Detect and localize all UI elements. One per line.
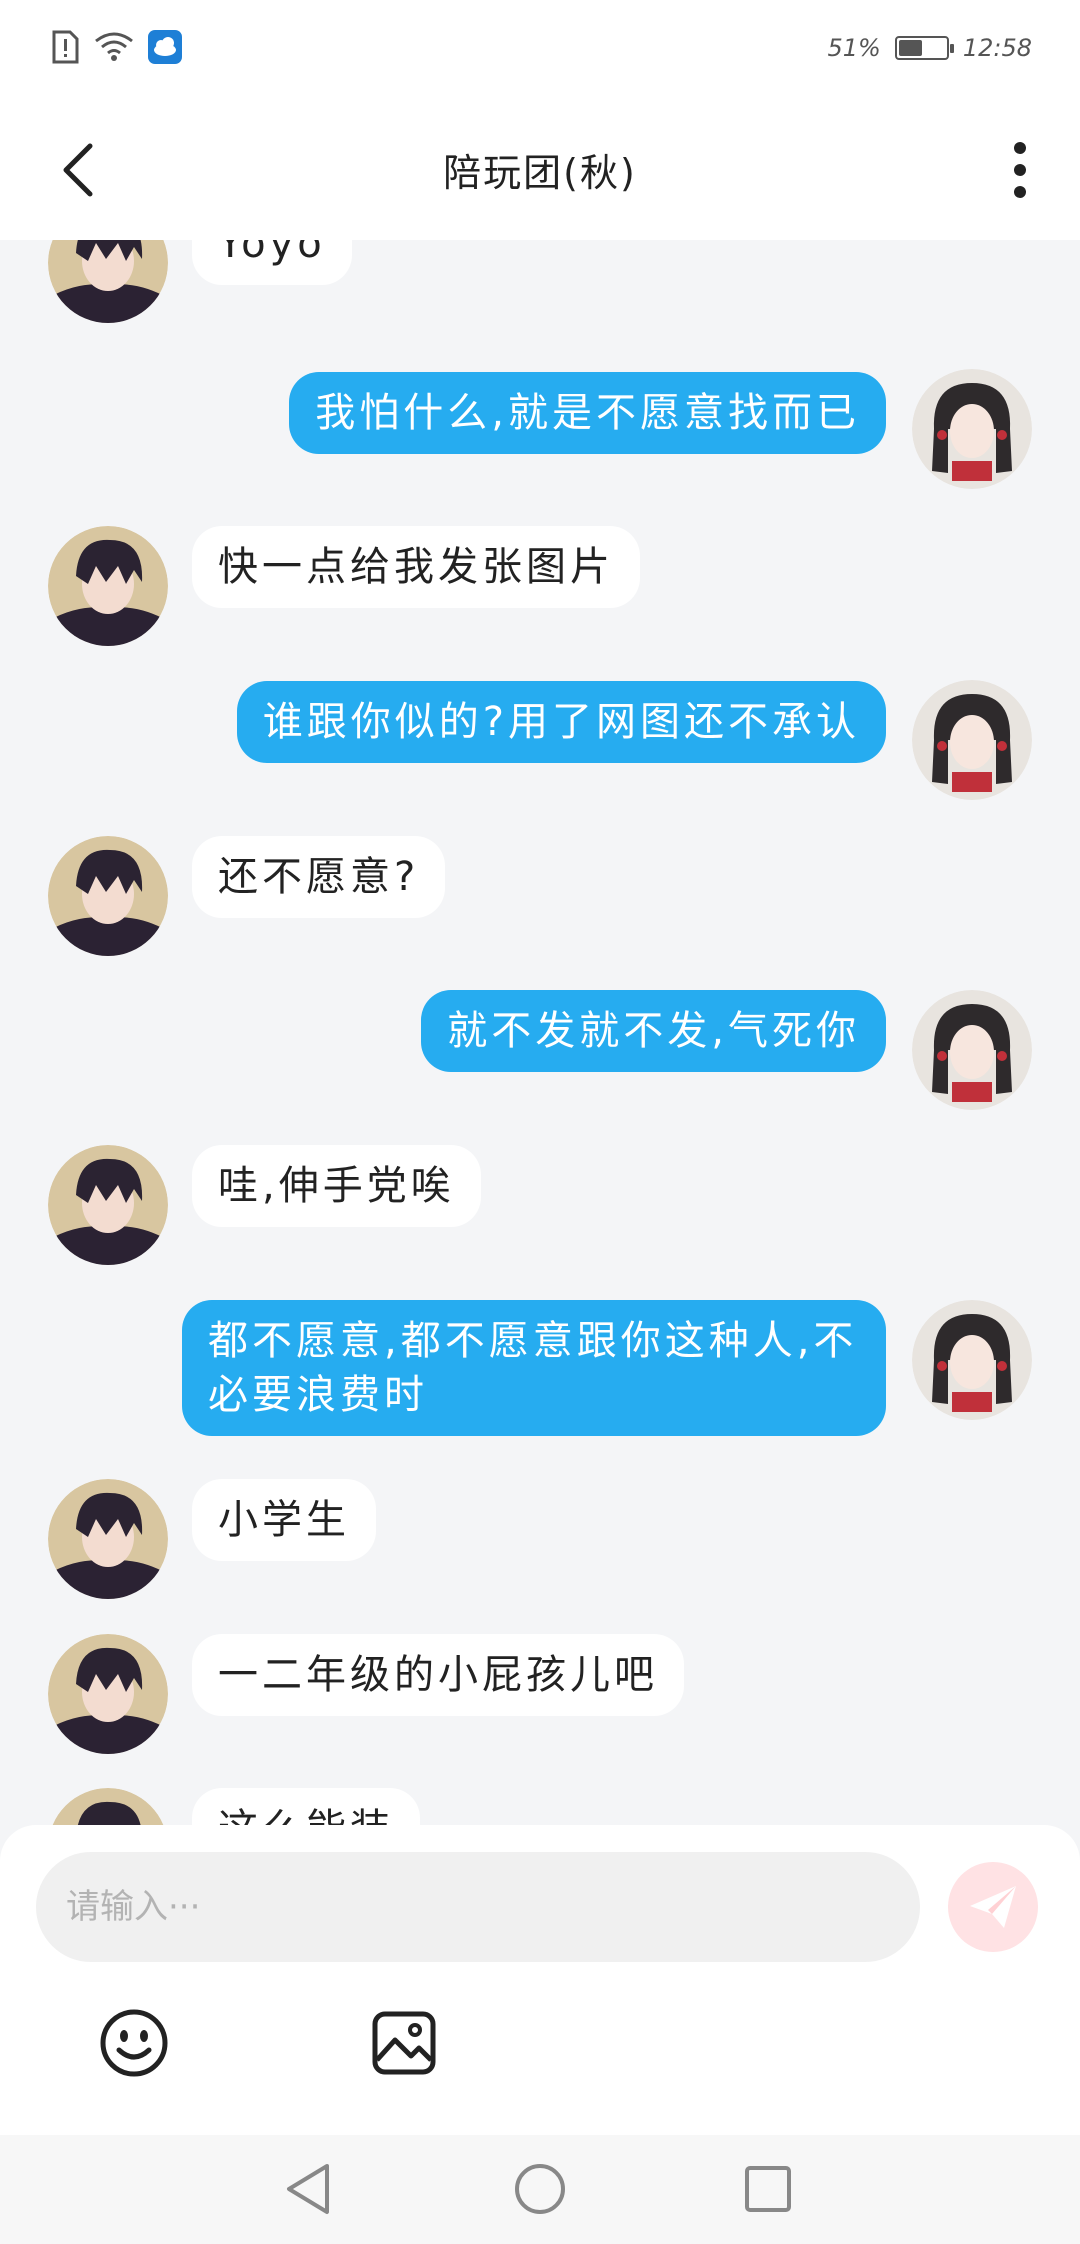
circle-home-icon: [515, 2164, 565, 2214]
clock: 12:58: [962, 34, 1032, 62]
message-bubble[interactable]: 谁跟你似的?用了网图还不承认: [236, 681, 886, 763]
contact-avatar[interactable]: [48, 1145, 168, 1265]
message-bubble[interactable]: 一二年级的小屁孩儿吧: [192, 1634, 684, 1716]
chat-header: 陪玩团(秋): [0, 100, 1080, 240]
contact-avatar[interactable]: [48, 1479, 168, 1599]
square-recents-icon: [745, 2166, 791, 2212]
status-icons-right: 51% 12:58: [827, 34, 1032, 62]
system-nav-bar: [0, 2135, 1080, 2244]
nav-recents-button[interactable]: [738, 2159, 798, 2219]
message-bubble[interactable]: 还不愿意?: [192, 836, 446, 918]
message-list[interactable]: Yoyo 我怕什么,就是不愿意找而已 快一点给我发张图片 谁跟你似的?用了网图还…: [0, 240, 1080, 1825]
message-input[interactable]: [36, 1852, 920, 1962]
chat-title: 陪玩团(秋): [443, 151, 637, 195]
nav-home-button[interactable]: [510, 2159, 570, 2219]
message-bubble[interactable]: 我怕什么,就是不愿意找而已: [289, 372, 886, 454]
message-bubble[interactable]: 快一点给我发张图片: [192, 526, 640, 608]
wifi-icon: [95, 32, 133, 61]
status-icons-left: [50, 30, 182, 64]
message-bubble[interactable]: 就不发就不发,气死你: [421, 990, 886, 1072]
message-bubble[interactable]: Yoyo: [192, 240, 352, 285]
my-avatar[interactable]: [912, 990, 1032, 1110]
sim-alert-icon: [52, 30, 79, 64]
my-avatar[interactable]: [912, 680, 1032, 800]
message-bubble[interactable]: 都不愿意,都不愿意跟你这种人,不必要浪费时: [182, 1300, 886, 1436]
contact-avatar[interactable]: [48, 1634, 168, 1754]
more-vertical-icon: [1014, 142, 1026, 198]
nav-back-button[interactable]: [278, 2159, 338, 2219]
send-button[interactable]: [948, 1862, 1038, 1952]
message-bubble[interactable]: 这么能装: [192, 1788, 420, 1825]
send-icon: [970, 1886, 1016, 1928]
weather-app-icon: [148, 30, 182, 64]
message-bubble[interactable]: 小学生: [192, 1479, 376, 1561]
my-avatar[interactable]: [912, 369, 1032, 489]
triangle-back-icon: [287, 2164, 329, 2214]
emoji-button[interactable]: [94, 2003, 174, 2083]
message-bubble[interactable]: 哇,伸手党唉: [192, 1145, 481, 1227]
image-icon: [372, 2011, 436, 2075]
more-options-button[interactable]: [990, 130, 1050, 210]
battery-fill: [898, 40, 922, 56]
contact-avatar[interactable]: [48, 836, 168, 956]
my-avatar[interactable]: [912, 1300, 1032, 1420]
status-bar: 51% 12:58: [0, 0, 1080, 100]
contact-avatar[interactable]: [48, 526, 168, 646]
battery-icon: [894, 36, 954, 60]
contact-avatar[interactable]: [48, 1788, 168, 1825]
message-composer: [0, 1825, 1080, 2135]
image-button[interactable]: [364, 2003, 444, 2083]
battery-percent: 51%: [827, 34, 881, 62]
contact-avatar[interactable]: [48, 240, 168, 323]
emoji-icon: [100, 2009, 168, 2077]
